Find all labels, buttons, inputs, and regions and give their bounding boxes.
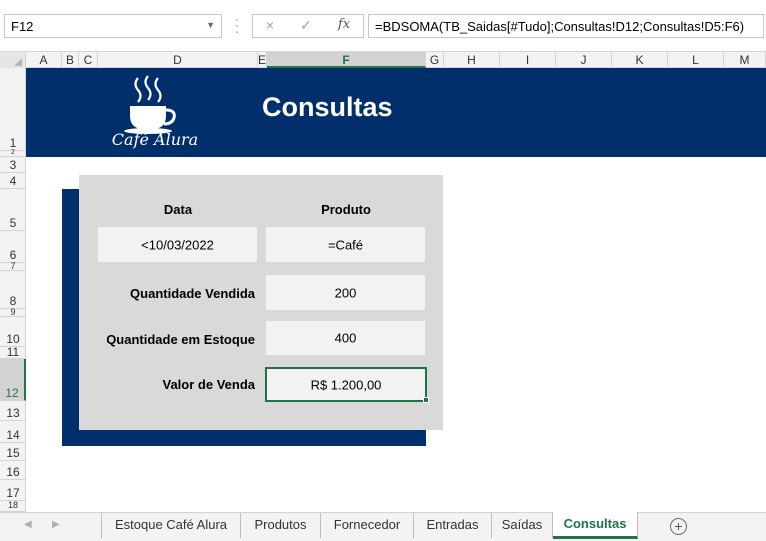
column-header-b[interactable]: B	[62, 52, 79, 68]
select-all-icon	[14, 58, 22, 66]
row-header-7[interactable]: 7	[0, 262, 26, 271]
chevron-down-icon[interactable]: ▼	[206, 20, 215, 30]
row-header-16[interactable]: 16	[0, 461, 26, 480]
add-sheet-icon[interactable]: +	[670, 518, 687, 535]
label-produto: Produto	[321, 202, 371, 217]
row-header-5[interactable]: 5	[0, 189, 26, 231]
quantidade-estoque-value: 400	[334, 330, 357, 346]
row-header-3[interactable]: 3	[0, 157, 26, 173]
row-header-17[interactable]: 17	[0, 480, 26, 501]
row-headers: 1 2 3 4 5 6 7 8 9 10 11 12 13 14 15 16 1…	[0, 68, 26, 512]
tab-entradas[interactable]: Entradas	[414, 513, 492, 538]
quantidade-vendida-value: 200	[334, 285, 357, 300]
logo-text: Café Alura	[111, 130, 199, 149]
drag-handle-icon[interactable]: · · ·	[230, 12, 244, 38]
fill-handle[interactable]	[423, 397, 429, 403]
page-title: Consultas	[262, 92, 393, 122]
produto-criteria-cell[interactable]: =Café	[266, 227, 425, 262]
label-quantidade-estoque: Quantidade em Estoque	[106, 332, 255, 347]
insert-function-icon[interactable]: fx	[331, 17, 357, 35]
valor-venda-cell[interactable]: R$ 1.200,00	[265, 367, 427, 402]
column-header-d[interactable]: D	[98, 52, 258, 68]
column-header-e[interactable]: E	[258, 52, 267, 68]
row-header-12[interactable]: 12	[0, 359, 26, 401]
row-header-15[interactable]: 15	[0, 443, 26, 461]
column-header-k[interactable]: K	[612, 52, 668, 68]
tab-produtos[interactable]: Produtos	[241, 513, 321, 538]
column-header-h[interactable]: H	[444, 52, 500, 68]
quantidade-vendida-cell[interactable]: 200	[266, 275, 425, 310]
row-header-13[interactable]: 13	[0, 401, 26, 421]
formula-buttons: × ✓ fx	[252, 14, 364, 38]
label-valor-venda: Valor de Venda	[162, 377, 256, 392]
scroll-tabs-right-icon[interactable]: ▶	[52, 519, 60, 530]
produto-criteria-value: =Café	[327, 237, 364, 252]
row-header-4[interactable]: 4	[0, 173, 26, 189]
valor-venda-value: R$ 1.200,00	[310, 377, 382, 392]
data-criteria-cell[interactable]: <10/03/2022	[98, 227, 257, 262]
column-header-l[interactable]: L	[668, 52, 724, 68]
column-headers: A B C D E F G H I J K L M	[0, 52, 766, 68]
row-header-9[interactable]: 9	[0, 308, 26, 317]
data-criteria-value: <10/03/2022	[141, 237, 214, 252]
column-header-c[interactable]: C	[79, 52, 98, 68]
tab-consultas[interactable]: Consultas	[553, 512, 638, 539]
tab-fornecedor[interactable]: Fornecedor	[321, 513, 414, 538]
tab-estoque-cafe-alura[interactable]: Estoque Café Alura	[101, 513, 241, 538]
name-box[interactable]: F12 ▼	[4, 14, 222, 38]
column-header-j[interactable]: J	[556, 52, 612, 68]
formula-text: =BDSOMA(TB_Saidas[#Tudo];Consultas!D12;C…	[375, 19, 745, 34]
row-header-6[interactable]: 6	[0, 231, 26, 263]
column-header-g[interactable]: G	[426, 52, 444, 68]
column-header-f[interactable]: F	[267, 52, 426, 68]
name-box-value: F12	[11, 19, 34, 34]
quantidade-estoque-cell[interactable]: 400	[266, 321, 425, 355]
row-header-11[interactable]: 11	[0, 346, 26, 359]
formula-bar-area: F12 ▼ · · · × ✓ fx =BDSOMA(TB_Saidas[#Tudo…	[0, 0, 766, 52]
scroll-tabs-left-icon[interactable]: ◀	[24, 519, 32, 530]
row-header-14[interactable]: 14	[0, 421, 26, 443]
cancel-icon[interactable]: ×	[257, 17, 283, 35]
column-header-m[interactable]: M	[724, 52, 766, 68]
column-header-i[interactable]: I	[500, 52, 556, 68]
tab-saidas[interactable]: Saídas	[492, 513, 553, 538]
row-header-1[interactable]: 1	[0, 68, 26, 151]
row-header-10[interactable]: 10	[0, 317, 26, 347]
label-data: Data	[163, 202, 193, 217]
label-quantidade-vendida: Quantidade Vendida	[130, 286, 255, 301]
sheet-tab-bar: ◀ ▶ Estoque Café Alura Produtos Forneced…	[0, 512, 766, 541]
formula-input[interactable]: =BDSOMA(TB_Saidas[#Tudo];Consultas!D12;C…	[368, 14, 764, 38]
row-header-18[interactable]: 18	[0, 500, 26, 512]
row-header-8[interactable]: 8	[0, 271, 26, 309]
column-header-a[interactable]: A	[26, 52, 62, 68]
select-all-button[interactable]	[0, 52, 26, 68]
enter-icon[interactable]: ✓	[293, 17, 319, 35]
